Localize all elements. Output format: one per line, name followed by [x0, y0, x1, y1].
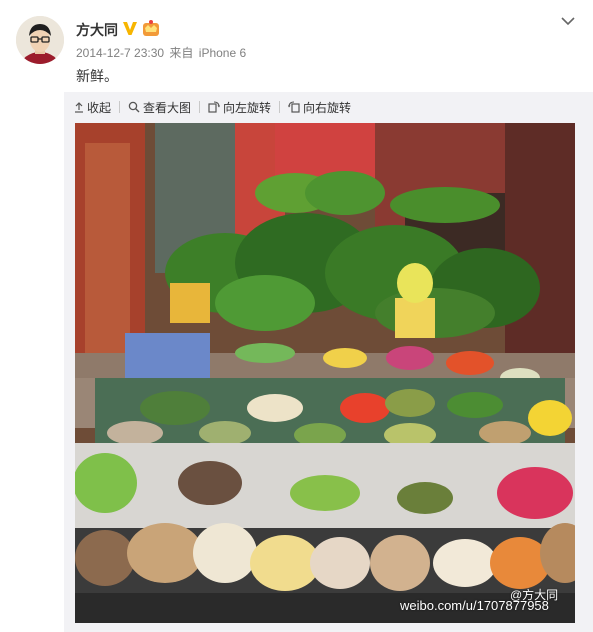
media-toolbar: 收起 查看大图 向左旋转 向右旋转	[74, 98, 351, 116]
photo-watermark-site: weibo.com/u/1707877958	[400, 598, 549, 613]
toolbar-divider	[279, 101, 281, 113]
rotate-right-button[interactable]: 向右旋转	[288, 99, 351, 116]
verified-v-icon[interactable]	[122, 20, 138, 36]
magnifier-icon	[128, 101, 140, 113]
source-prefix: 来自	[169, 46, 194, 60]
rotate-left-icon	[208, 101, 221, 113]
post-photo-vegetable-stall[interactable]	[75, 123, 575, 623]
collapse-arrow-icon	[75, 102, 83, 113]
collapse-label: 收起	[87, 100, 112, 115]
rotate-right-icon	[288, 101, 300, 113]
author-avatar[interactable]	[16, 16, 64, 64]
post-text: 新鲜。	[76, 68, 118, 84]
collapse-button[interactable]: 收起	[74, 99, 111, 116]
member-crown-icon[interactable]	[142, 19, 160, 37]
toolbar-divider	[119, 101, 121, 113]
rotate-right-label: 向右旋转	[303, 100, 352, 115]
post-menu-chevron-icon[interactable]	[560, 14, 576, 26]
rotate-left-button[interactable]: 向左旋转	[208, 99, 271, 116]
post-meta: 2014-12-7 23:30 来自 iPhone 6	[76, 44, 248, 61]
toolbar-divider	[199, 101, 201, 113]
rotate-left-label: 向左旋转	[223, 100, 272, 115]
view-large-label: 查看大图	[143, 100, 192, 115]
author-name[interactable]: 方大同	[76, 20, 118, 40]
weibo-post-card: 方大同 2014-12-7 23:30 来自 iPhone 6 新鲜。 收起 查…	[0, 0, 593, 632]
view-large-button[interactable]: 查看大图	[128, 99, 191, 116]
post-timestamp[interactable]: 2014-12-7 23:30	[76, 46, 164, 60]
source-device[interactable]: iPhone 6	[199, 46, 246, 60]
